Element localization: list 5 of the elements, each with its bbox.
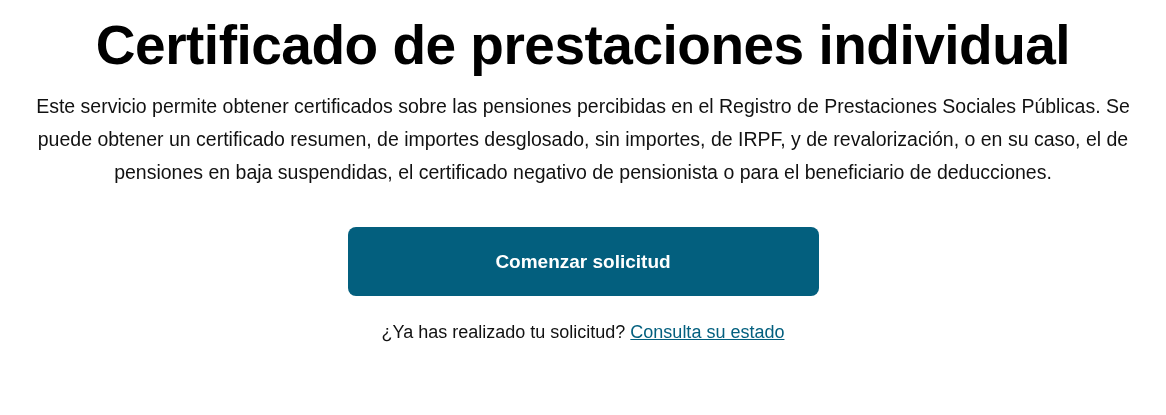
start-request-button[interactable]: Comenzar solicitud (347, 227, 819, 296)
service-description: Este servicio permite obtener certificados sobre las pensiones percibidas en el Registro de Prestaciones Sociales Públicas. Se puede obtener un certificado resumen, de importes desglosado, sin importes, de IRPF, y de revalorización, o en su caso, el de pensiones en baja suspendidas, el certificado negativo de pensionista o para el beneficiario de deducciones. (35, 94, 1131, 185)
page-title: Certificado de prestaciones individual (95, 13, 1071, 78)
check-status-link[interactable]: Consulta su estado (630, 320, 785, 344)
status-prompt-text: ¿Ya has realizado tu solicitud? (381, 321, 626, 344)
